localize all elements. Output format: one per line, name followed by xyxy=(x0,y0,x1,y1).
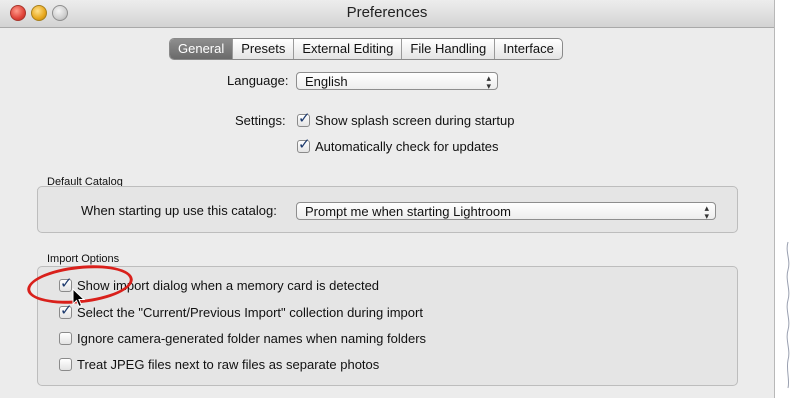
startup-catalog-label: When starting up use this catalog: xyxy=(81,203,277,218)
checkmark-icon: ✓ xyxy=(60,302,73,319)
language-label: Language: xyxy=(227,73,289,88)
startup-catalog-select[interactable]: Prompt me when starting Lightroom ▴ ▾ xyxy=(296,202,716,221)
import-options-title: Import Options xyxy=(47,253,120,265)
signature-watermark xyxy=(786,241,790,389)
tab-external-editing[interactable]: External Editing xyxy=(293,39,401,59)
tab-file-handling[interactable]: File Handling xyxy=(401,39,494,59)
tab-general[interactable]: General xyxy=(170,39,233,59)
preferences-window: Preferences General Presets External Edi… xyxy=(0,0,775,398)
window-title: Preferences xyxy=(346,4,428,21)
ignore-folder-names-label: Ignore camera-generated folder names whe… xyxy=(77,331,427,346)
select-current-import-checkbox[interactable]: ✓ xyxy=(59,302,73,319)
check-updates-checkbox[interactable]: ✓ xyxy=(297,136,311,153)
check-updates-label: Automatically check for updates xyxy=(315,139,499,154)
checkmark-icon: ✓ xyxy=(298,110,311,127)
ignore-folder-names-checkbox[interactable] xyxy=(59,332,72,345)
splash-screen-checkbox[interactable]: ✓ xyxy=(297,110,311,127)
language-select[interactable]: English ▴ ▾ xyxy=(296,72,498,91)
tab-presets[interactable]: Presets xyxy=(232,39,293,59)
treat-jpeg-separate-checkbox[interactable] xyxy=(59,358,72,371)
splash-screen-label: Show splash screen during startup xyxy=(315,113,515,128)
select-arrows-icon: ▴ ▾ xyxy=(486,73,491,91)
checkmark-icon: ✓ xyxy=(298,136,311,153)
title-bar: Preferences xyxy=(0,0,774,28)
select-arrows-icon: ▴ ▾ xyxy=(704,203,709,221)
treat-jpeg-separate-label: Treat JPEG files next to raw files as se… xyxy=(77,357,380,372)
startup-catalog-value: Prompt me when starting Lightroom xyxy=(305,204,511,219)
settings-label: Settings: xyxy=(235,113,286,128)
tab-interface[interactable]: Interface xyxy=(494,39,562,59)
select-current-import-label: Select the "Current/Previous Import" col… xyxy=(77,305,423,320)
mouse-pointer-icon xyxy=(72,288,86,308)
tab-bar: General Presets External Editing File Ha… xyxy=(169,38,563,60)
language-select-value: English xyxy=(305,74,348,89)
